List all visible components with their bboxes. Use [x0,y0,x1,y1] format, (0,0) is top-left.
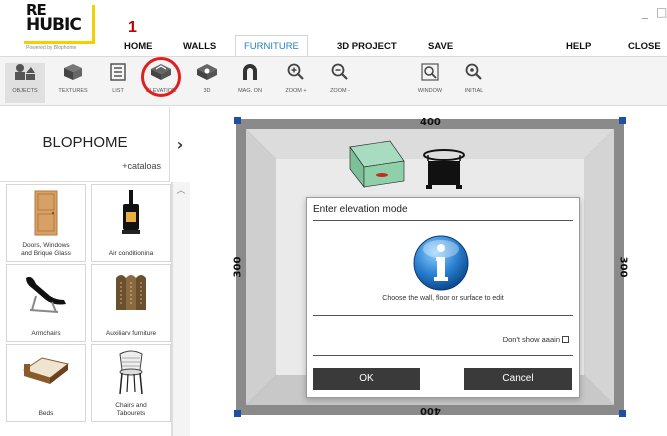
category-label: Chairs and Tabourets [115,402,147,417]
catalog-next-button[interactable]: › [170,107,190,182]
zoom-window-icon [421,63,439,81]
category-grid: Doors, Windows and Brique Glass Air cond… [0,182,172,436]
tool-initial-label: INITIAL [464,88,484,94]
tool-list[interactable]: LIST [98,63,138,103]
tool-list-label: LIST [112,88,124,94]
tool-window-label: WINDOW [417,88,443,94]
dialog-divider [313,315,573,316]
app-logo: RE HUBIC Powered by Blophome [24,3,96,53]
menu-3d-project[interactable]: 3D PROJECT [337,38,397,56]
category-chairs-tabourets[interactable]: Chairs and Tabourets [91,344,171,422]
dialog-title: Enter elevation mode [313,204,408,215]
room-height-label-right: 300 [617,256,629,278]
category-beds[interactable]: Beds [6,344,86,422]
step-marker-number: 1 [128,19,137,36]
room-corner [234,117,241,124]
dialog-divider [313,355,573,356]
screen-icon [116,275,146,310]
elevation-mode-dialog: Enter elevation mode Choose the wall, fl… [306,197,580,398]
tool-textures[interactable]: TEXTURES [53,63,93,103]
toolbar: OBJECTS TEXTURES LIST ELEVATION 3D MAG. … [0,56,667,106]
menu-walls[interactable]: WALLS [183,38,216,56]
room-wall-left [246,129,276,405]
tool-magnet[interactable]: MAG. ON [230,63,270,103]
category-air-conditioning[interactable]: Air conditionina [91,184,171,262]
zoom-in-icon [287,63,304,80]
dialog-divider [313,220,573,221]
minimize-button[interactable]: _ [642,5,648,19]
category-label: Auxiliarv furniture [105,329,157,337]
catalogs-link[interactable]: +cataloas [122,160,161,172]
tool-3d[interactable]: 3D [187,63,227,103]
objects-icon [15,64,35,80]
menu-save[interactable]: SAVE [428,38,453,56]
catalog-header: BLOPHOME +cataloas [0,107,170,182]
dialog-message: Choose the wall, floor or surface to edi… [382,295,504,302]
menu-help[interactable]: HELP [566,38,591,56]
tool-textures-label: TEXTURES [58,88,88,94]
menu-furniture[interactable]: FURNITURE [235,35,308,56]
tool-zoom-in-label: ZOOM + [285,88,307,94]
category-scrollbar[interactable]: ︿ [172,182,190,436]
lounge-chair-icon [26,276,66,313]
door-icon [34,190,58,236]
room-corner [619,117,626,124]
dont-show-again-checkbox[interactable]: Don't show aaain [503,335,569,345]
category-label: Beds [38,409,54,417]
ok-button[interactable]: OK [313,368,420,390]
tool-window[interactable]: WINDOW [410,63,450,103]
room-height-label-left: 300 [232,256,244,278]
bed-icon [22,357,70,384]
zoom-initial-icon [465,63,482,80]
list-icon [110,63,126,81]
info-icon [413,235,469,291]
scroll-up-icon[interactable]: ︿ [175,186,187,196]
zoom-out-icon [331,63,348,80]
tool-zoom-in[interactable]: ZOOM + [276,63,316,103]
dont-show-again-label: Don't show aaain [502,335,560,344]
stove-icon [122,190,140,234]
tool-magnet-label: MAG. ON [238,88,262,94]
logo-tagline: Powered by Blophome [26,45,77,51]
menu-home[interactable]: HOME [124,38,153,56]
tool-zoom-out[interactable]: ZOOM - [320,63,360,103]
room-corner [234,410,241,417]
tool-objects-label: OBJECTS [12,88,38,94]
chair-icon [119,350,143,395]
top-menu-bar: RE HUBIC Powered by Blophome HOME WALLS … [0,0,667,56]
category-auxiliary-furniture[interactable]: Auxiliarv furniture [91,264,171,342]
category-armchairs[interactable]: Armchairs [6,264,86,342]
category-doors-windows[interactable]: Doors, Windows and Brique Glass [6,184,86,262]
logo-accent-vertical [92,5,95,43]
tool-objects[interactable]: OBJECTS [5,63,45,103]
logo-line2: HUBIC [26,15,82,35]
catalog-name: BLOPHOME [42,134,128,151]
room-wall-right [584,129,614,405]
maximize-button[interactable]: □ [656,5,667,19]
category-label: Doors, Windows and Brique Glass [21,242,71,257]
highlight-ring [141,57,181,97]
checkbox-box[interactable] [562,336,569,343]
logo-accent-horizontal [24,41,95,44]
category-label: Armchairs [31,329,61,337]
3d-view-icon [197,64,217,80]
room-width-label-bottom: 400 [420,405,441,416]
tool-3d-label: 3D [203,88,211,94]
category-label: Air conditionina [108,249,154,257]
room-corner [619,410,626,417]
magnet-icon [243,64,257,80]
tool-zoom-out-label: ZOOM - [330,88,350,94]
tool-initial[interactable]: INITIAL [454,63,494,103]
menu-close[interactable]: CLOSE [628,38,661,56]
room-width-label-top: 400 [420,117,441,128]
room-wall-top [246,129,614,159]
cube-icon [64,64,82,80]
cancel-button[interactable]: Cancel [464,368,572,390]
